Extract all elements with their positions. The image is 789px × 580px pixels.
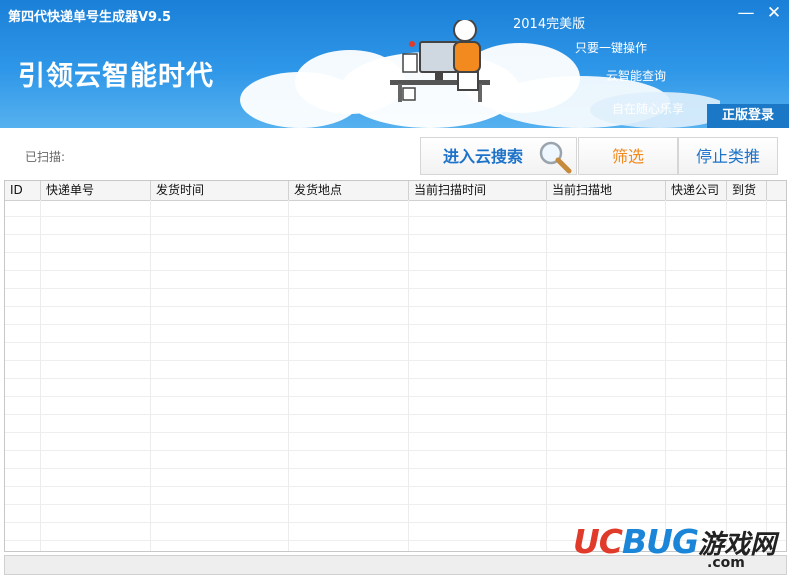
filter-button[interactable]: 筛选 [578,137,678,175]
magnifier-icon [539,141,572,174]
tracking-table[interactable]: ID 快递单号 发货时间 发货地点 当前扫描时间 当前扫描地 快递公司 到货 [4,180,787,552]
column-header-scan-location[interactable]: 当前扫描地 [547,181,666,200]
stop-inference-button[interactable]: 停止类推 [678,137,778,175]
close-button[interactable]: ✕ [763,4,785,22]
watermark-domain: .com [707,555,745,571]
tagline-enjoy: 自在随心乐享 [612,102,685,116]
slogan: 引领云智能时代 [18,61,214,92]
genuine-login-button[interactable]: 正版登录 [707,104,789,128]
table-header: ID 快递单号 发货时间 发货地点 当前扫描时间 当前扫描地 快递公司 到货 [5,181,786,201]
scanned-count-label: 已扫描: [25,150,66,164]
tagline-cloud-query: 云智能查询 [606,69,667,83]
cloud-search-label: 进入云搜索 [443,147,524,166]
column-header-courier[interactable]: 快递公司 [666,181,727,200]
window-title: 第四代快递单号生成器V9.5 [8,10,172,25]
header-banner: 第四代快递单号生成器V9.5 — ✕ 引领云智能时代 2014完美版 只要一键操… [0,0,789,128]
column-header-arrived[interactable]: 到货 [727,181,767,200]
cloud-search-button[interactable]: 进入云搜索 [420,137,577,175]
edition-label: 2014完美版 [513,17,586,32]
watermark-uc: UC [573,522,623,561]
column-header-ship-time[interactable]: 发货时间 [151,181,289,200]
minimize-button[interactable]: — [735,4,757,22]
column-header-id[interactable]: ID [5,181,41,200]
column-header-scan-time[interactable]: 当前扫描时间 [409,181,547,200]
table-body [5,200,786,551]
watermark-bug: BUG [622,522,699,561]
column-header-tracking-number[interactable]: 快递单号 [41,181,151,200]
site-watermark: UCBUG游戏网 .com [573,522,776,571]
column-header-ship-location[interactable]: 发货地点 [289,181,409,200]
tagline-one-click: 只要一键操作 [575,41,648,55]
